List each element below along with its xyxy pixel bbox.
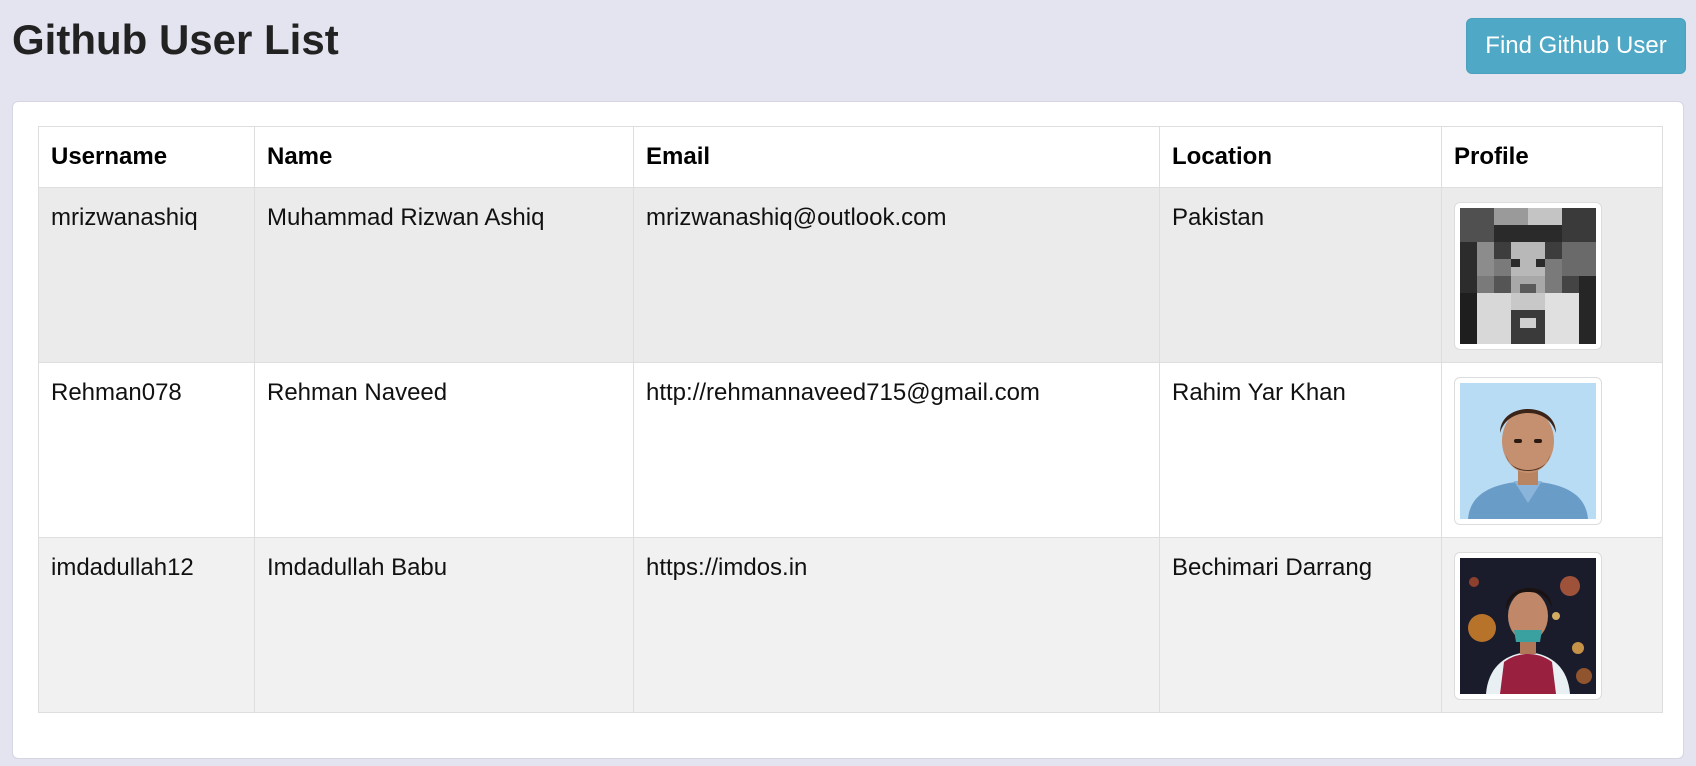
cell-username: mrizwanashiq — [38, 187, 255, 363]
cell-location: Rahim Yar Khan — [1159, 362, 1442, 538]
table-header-row: Username Name Email Location Profile — [38, 126, 1663, 188]
avatar — [1454, 552, 1602, 700]
cell-location: Bechimari Darrang — [1159, 537, 1442, 713]
find-github-user-button[interactable]: Find Github User — [1466, 18, 1686, 74]
cell-name: Rehman Naveed — [254, 362, 634, 538]
avatar — [1454, 202, 1602, 350]
cell-profile — [1441, 537, 1663, 713]
portrait-night-lights-avatar-icon — [1460, 558, 1596, 694]
avatar — [1454, 377, 1602, 525]
cell-email: https://imdos.in — [633, 537, 1160, 713]
column-header-email: Email — [633, 126, 1160, 188]
column-header-name: Name — [254, 126, 634, 188]
cell-username: imdadullah12 — [38, 537, 255, 713]
user-list-card: Username Name Email Location Profile mri… — [12, 101, 1684, 759]
table-row: mrizwanashiq Muhammad Rizwan Ashiq mrizw… — [38, 187, 1663, 363]
page-title: Github User List — [12, 16, 339, 63]
cell-email: mrizwanashiq@outlook.com — [633, 187, 1160, 363]
pixelated-grayscale-avatar-icon — [1460, 208, 1596, 344]
cell-profile — [1441, 187, 1663, 363]
cell-name: Imdadullah Babu — [254, 537, 634, 713]
column-header-username: Username — [38, 126, 255, 188]
cell-profile — [1441, 362, 1663, 538]
cell-location: Pakistan — [1159, 187, 1442, 363]
table-row: imdadullah12 Imdadullah Babu https://imd… — [38, 537, 1663, 713]
column-header-location: Location — [1159, 126, 1442, 188]
table-row: Rehman078 Rehman Naveed http://rehmannav… — [38, 362, 1663, 538]
column-header-profile: Profile — [1441, 126, 1663, 188]
portrait-light-blue-avatar-icon — [1460, 383, 1596, 519]
cell-email: http://rehmannaveed715@gmail.com — [633, 362, 1160, 538]
cell-name: Muhammad Rizwan Ashiq — [254, 187, 634, 363]
cell-username: Rehman078 — [38, 362, 255, 538]
user-table: Username Name Email Location Profile mri… — [38, 126, 1663, 713]
